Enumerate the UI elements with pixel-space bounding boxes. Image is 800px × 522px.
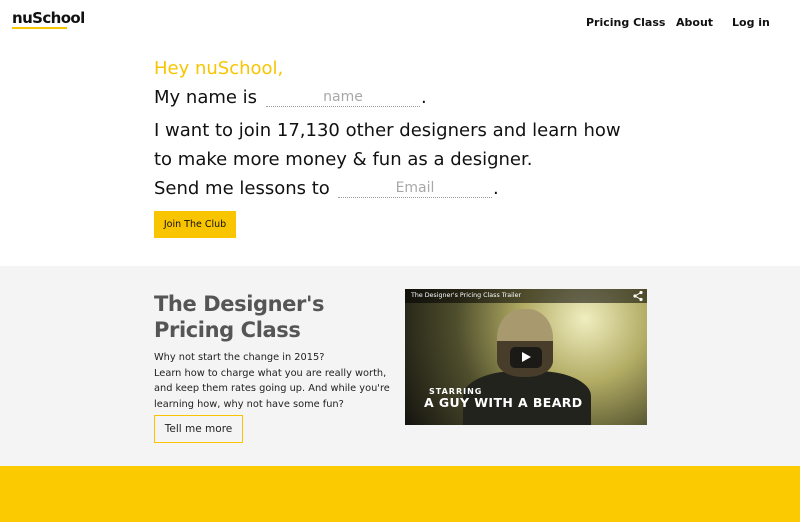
join-the-club-button[interactable]: Join The Club <box>154 211 236 238</box>
video-overlay-caption: A GUY WITH A BEARD <box>424 395 583 410</box>
header: nuSchool Pricing Class About Log in <box>0 0 800 50</box>
email-period: . <box>493 178 499 199</box>
course-title-line-1: The Designer's <box>154 292 325 316</box>
course-description: Why not start the change in 2015? Learn … <box>154 350 394 412</box>
video-player[interactable]: The Designer's Pricing Class Trailer STA… <box>405 289 647 425</box>
course-description-line: learning how, why not have some fun? <box>154 398 344 410</box>
course-description-line: and keep them rates going up. And while … <box>154 383 390 394</box>
name-input[interactable] <box>266 87 420 107</box>
course-description-line: Learn how to charge what you are really … <box>154 367 387 379</box>
name-prefix: My name is <box>154 87 258 108</box>
video-title-bar: The Designer's Pricing Class Trailer <box>405 289 647 303</box>
signup-text-line-3: to make more money & fun as a designer. <box>154 149 533 170</box>
nav-pricing-class[interactable]: Pricing Class <box>586 16 665 29</box>
tell-me-more-button[interactable]: Tell me more <box>154 415 243 443</box>
nav-log-in[interactable]: Log in <box>732 16 770 29</box>
email-input[interactable] <box>338 178 492 198</box>
course-title-line-2: Pricing Class <box>154 318 301 342</box>
pricing-class-section: The Designer's Pricing Class Why not sta… <box>0 266 800 466</box>
name-period: . <box>421 87 427 108</box>
video-title[interactable]: The Designer's Pricing Class Trailer <box>411 292 521 299</box>
logo[interactable]: nuSchool <box>12 9 85 27</box>
play-icon <box>522 352 531 362</box>
greeting: Hey nuSchool, <box>154 58 284 79</box>
share-icon[interactable] <box>632 290 644 302</box>
nav-about[interactable]: About <box>676 16 713 29</box>
course-description-line: Why not start the change in 2015? <box>154 352 325 363</box>
email-prefix: Send me lessons to <box>154 178 330 199</box>
logo-underline <box>12 27 67 29</box>
play-button[interactable] <box>510 347 542 368</box>
signup-text-line-2: I want to join 17,130 other designers an… <box>154 120 621 141</box>
course-title: The Designer's Pricing Class <box>154 291 325 343</box>
footer-band <box>0 466 800 522</box>
